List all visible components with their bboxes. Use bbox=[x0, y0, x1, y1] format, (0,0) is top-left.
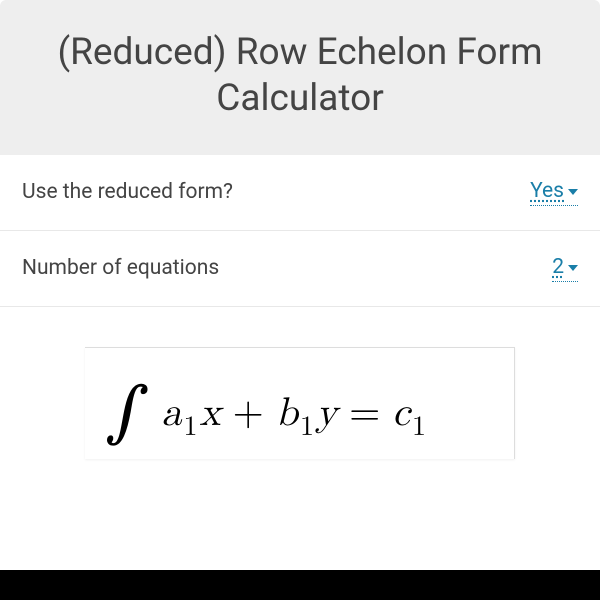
select-reduced-value: Yes bbox=[530, 179, 564, 203]
brace-integral-icon: ∫ bbox=[105, 374, 149, 455]
chevron-down-icon bbox=[568, 179, 578, 203]
equation-display: ∫ a 1 x + b 1 y = c 1 bbox=[105, 368, 484, 449]
header: (Reduced) Row Echelon Form Calculator bbox=[0, 0, 600, 155]
select-equations[interactable]: 2 bbox=[552, 255, 578, 282]
field-row-equations: Number of equations 2 bbox=[0, 231, 600, 307]
chevron-down-icon bbox=[568, 255, 578, 279]
select-equations-value: 2 bbox=[552, 255, 564, 279]
term-x: x bbox=[199, 389, 220, 437]
select-reduced[interactable]: Yes bbox=[530, 179, 578, 206]
sub-b1: 1 bbox=[300, 410, 314, 444]
term-y: y bbox=[316, 389, 337, 437]
term-c: c bbox=[392, 389, 410, 437]
calculator-container: (Reduced) Row Echelon Form Calculator Us… bbox=[0, 0, 600, 459]
equation-box: ∫ a 1 x + b 1 y = c 1 bbox=[85, 347, 515, 459]
field-row-reduced: Use the reduced form? Yes bbox=[0, 155, 600, 231]
sub-c1: 1 bbox=[412, 410, 426, 444]
field-label-reduced: Use the reduced form? bbox=[22, 180, 233, 204]
term-b: b bbox=[276, 389, 298, 437]
bottom-strip bbox=[0, 570, 600, 600]
page-title: (Reduced) Row Echelon Form Calculator bbox=[20, 30, 580, 123]
sub-a1: 1 bbox=[183, 410, 197, 444]
op-equals: = bbox=[349, 389, 380, 437]
term-a: a bbox=[161, 389, 181, 437]
equation-area: ∫ a 1 x + b 1 y = c 1 bbox=[0, 307, 600, 459]
op-plus: + bbox=[233, 389, 264, 437]
field-label-equations: Number of equations bbox=[22, 256, 219, 280]
